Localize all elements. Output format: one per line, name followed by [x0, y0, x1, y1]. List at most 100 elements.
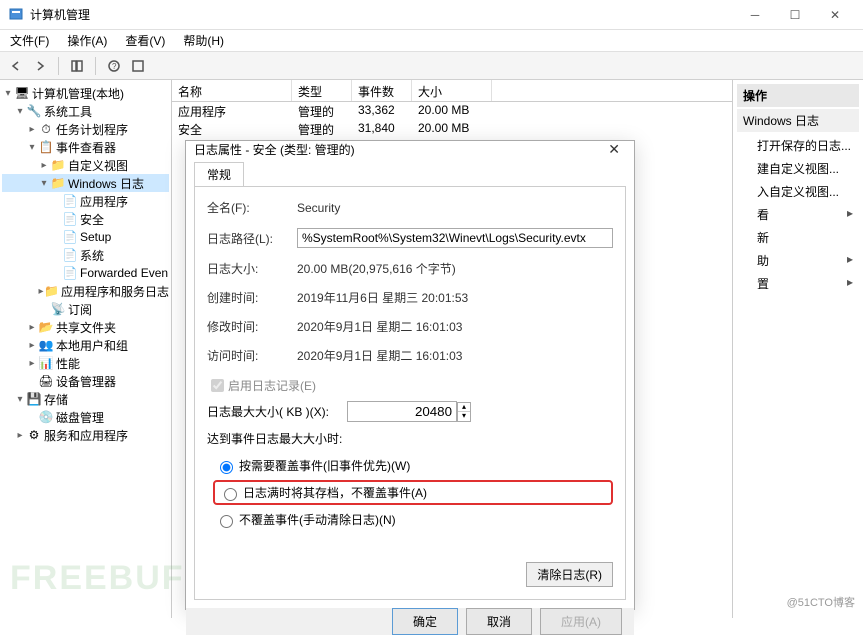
menu-action[interactable]: 操作(A) — [61, 30, 113, 51]
maxsize-spinner[interactable]: ▴▾ — [457, 402, 471, 422]
label-enable: 启用日志记录(E) — [228, 377, 316, 394]
watermark-freebuf: FREEBUF — [10, 559, 185, 598]
folder-icon: 📁 — [50, 157, 66, 173]
action-open-saved[interactable]: 打开保存的日志... — [737, 134, 859, 157]
clear-log-button[interactable]: 清除日志(R) — [526, 562, 613, 587]
label-logsize: 日志大小: — [207, 260, 297, 277]
radio-never-overwrite[interactable] — [220, 515, 233, 528]
tree-shared[interactable]: 共享文件夹 — [56, 319, 116, 336]
log-properties-dialog: 日志属性 - 安全 (类型: 管理的) ✕ 常规 全名(F):Security … — [185, 140, 635, 610]
tree-subscribe[interactable]: 订阅 — [68, 301, 92, 318]
tree-root[interactable]: 计算机管理(本地) — [32, 85, 124, 102]
tree-forwarded[interactable]: Forwarded Even — [80, 266, 168, 280]
event-icon: 📋 — [38, 139, 54, 155]
radio-archive[interactable] — [224, 488, 237, 501]
action-create-view[interactable]: 建自定义视图... — [737, 157, 859, 180]
input-maxsize[interactable] — [347, 401, 457, 422]
col-type[interactable]: 类型 — [292, 80, 352, 101]
value-accessed: 2020年9月1日 星期二 16:01:03 — [297, 347, 613, 364]
label-maxsize: 日志最大大小( KB )(X): — [207, 403, 347, 420]
value-logsize: 20.00 MB(20,975,616 个字节) — [297, 260, 613, 277]
value-fullname: Security — [297, 201, 613, 215]
list-row[interactable]: 应用程序 管理的 33,362 20.00 MB — [172, 102, 732, 120]
subscribe-icon: 📡 — [50, 301, 66, 317]
input-logpath[interactable] — [297, 228, 613, 248]
tree-appservices[interactable]: 应用程序和服务日志 — [61, 283, 169, 300]
window-title: 计算机管理 — [30, 6, 735, 23]
action-refresh[interactable]: 新 — [737, 226, 859, 249]
tree-devmgr[interactable]: 设备管理器 — [56, 373, 116, 390]
title-bar: 计算机管理 ─ ☐ ✕ — [0, 0, 863, 30]
checkbox-enable-logging — [211, 379, 224, 392]
services-icon: ⚙ — [26, 427, 42, 443]
users-icon: 👥 — [38, 337, 54, 353]
tree-customviews[interactable]: 自定义视图 — [68, 157, 128, 174]
menu-help[interactable]: 帮助(H) — [177, 30, 230, 51]
col-name[interactable]: 名称 — [172, 80, 292, 101]
tree-systools[interactable]: 系统工具 — [44, 103, 92, 120]
clock-icon: ⏱ — [38, 121, 54, 137]
help-button[interactable]: ? — [104, 56, 124, 76]
cancel-button[interactable]: 取消 — [466, 608, 532, 635]
tree-diskmgr[interactable]: 磁盘管理 — [56, 409, 104, 426]
device-icon: 🖨 — [38, 373, 54, 389]
log-icon: 📄 — [62, 193, 78, 209]
storage-icon: 💾 — [26, 391, 42, 407]
action-import-view[interactable]: 入自定义视图... — [737, 180, 859, 203]
action-item[interactable]: 置 — [737, 272, 859, 295]
radio-overwrite[interactable] — [220, 461, 233, 474]
computer-icon: 🖥 — [14, 85, 30, 101]
svg-text:?: ? — [112, 62, 117, 71]
actions-group: Windows 日志 — [737, 109, 859, 132]
tree-setup[interactable]: Setup — [80, 230, 111, 244]
tree-tasksched[interactable]: 任务计划程序 — [56, 121, 128, 138]
ok-button[interactable]: 确定 — [392, 608, 458, 635]
toolbar: ? — [0, 52, 863, 80]
log-icon: 📄 — [62, 265, 78, 281]
label-whenmax: 达到事件日志最大大小时: — [207, 430, 613, 447]
label-accessed: 访问时间: — [207, 347, 297, 364]
menu-view[interactable]: 查看(V) — [119, 30, 171, 51]
tree-system[interactable]: 系统 — [80, 247, 104, 264]
app-icon — [8, 7, 24, 23]
forward-button[interactable] — [30, 56, 50, 76]
tools-icon: 🔧 — [26, 103, 42, 119]
actions-panel: 操作 Windows 日志 打开保存的日志... 建自定义视图... 入自定义视… — [733, 80, 863, 618]
label-created: 创建时间: — [207, 289, 297, 306]
folder-icon: 📁 — [50, 175, 66, 191]
label-logpath: 日志路径(L): — [207, 230, 297, 247]
disk-icon: 💿 — [38, 409, 54, 425]
tree-winlogs[interactable]: Windows 日志 — [68, 175, 144, 192]
show-hide-tree-button[interactable] — [67, 56, 87, 76]
tree-eventviewer[interactable]: 事件查看器 — [56, 139, 116, 156]
tree-app[interactable]: 应用程序 — [80, 193, 128, 210]
apply-button: 应用(A) — [540, 608, 622, 635]
action-help[interactable]: 助 — [737, 249, 859, 272]
perf-icon: 📊 — [38, 355, 54, 371]
back-button[interactable] — [6, 56, 26, 76]
tree-security[interactable]: 安全 — [80, 211, 104, 228]
col-count[interactable]: 事件数 — [352, 80, 412, 101]
tab-general[interactable]: 常规 — [194, 162, 244, 186]
maximize-button[interactable]: ☐ — [775, 1, 815, 29]
log-icon: 📄 — [62, 247, 78, 263]
label-fullname: 全名(F): — [207, 199, 297, 216]
menu-file[interactable]: 文件(F) — [4, 30, 55, 51]
tree-servapp[interactable]: 服务和应用程序 — [44, 427, 128, 444]
list-row[interactable]: 安全 管理的 31,840 20.00 MB — [172, 120, 732, 138]
spin-down-icon[interactable]: ▾ — [458, 412, 470, 421]
log-icon: 📄 — [62, 229, 78, 245]
folder-icon: 📁 — [44, 283, 59, 299]
dialog-close-button[interactable]: ✕ — [602, 141, 626, 158]
tree-storage[interactable]: 存储 — [44, 391, 68, 408]
refresh-button[interactable] — [128, 56, 148, 76]
minimize-button[interactable]: ─ — [735, 1, 775, 29]
tree-perf[interactable]: 性能 — [56, 355, 80, 372]
col-size[interactable]: 大小 — [412, 80, 492, 101]
label-r3: 不覆盖事件(手动清除日志)(N) — [239, 511, 396, 528]
tree-localusers[interactable]: 本地用户和组 — [56, 337, 128, 354]
value-created: 2019年11月6日 星期三 20:01:53 — [297, 289, 613, 306]
close-button[interactable]: ✕ — [815, 1, 855, 29]
navigation-tree[interactable]: ▾🖥计算机管理(本地) ▾🔧系统工具 ▸⏱任务计划程序 ▾📋事件查看器 ▸📁自定… — [0, 80, 172, 618]
action-view[interactable]: 看 — [737, 203, 859, 226]
